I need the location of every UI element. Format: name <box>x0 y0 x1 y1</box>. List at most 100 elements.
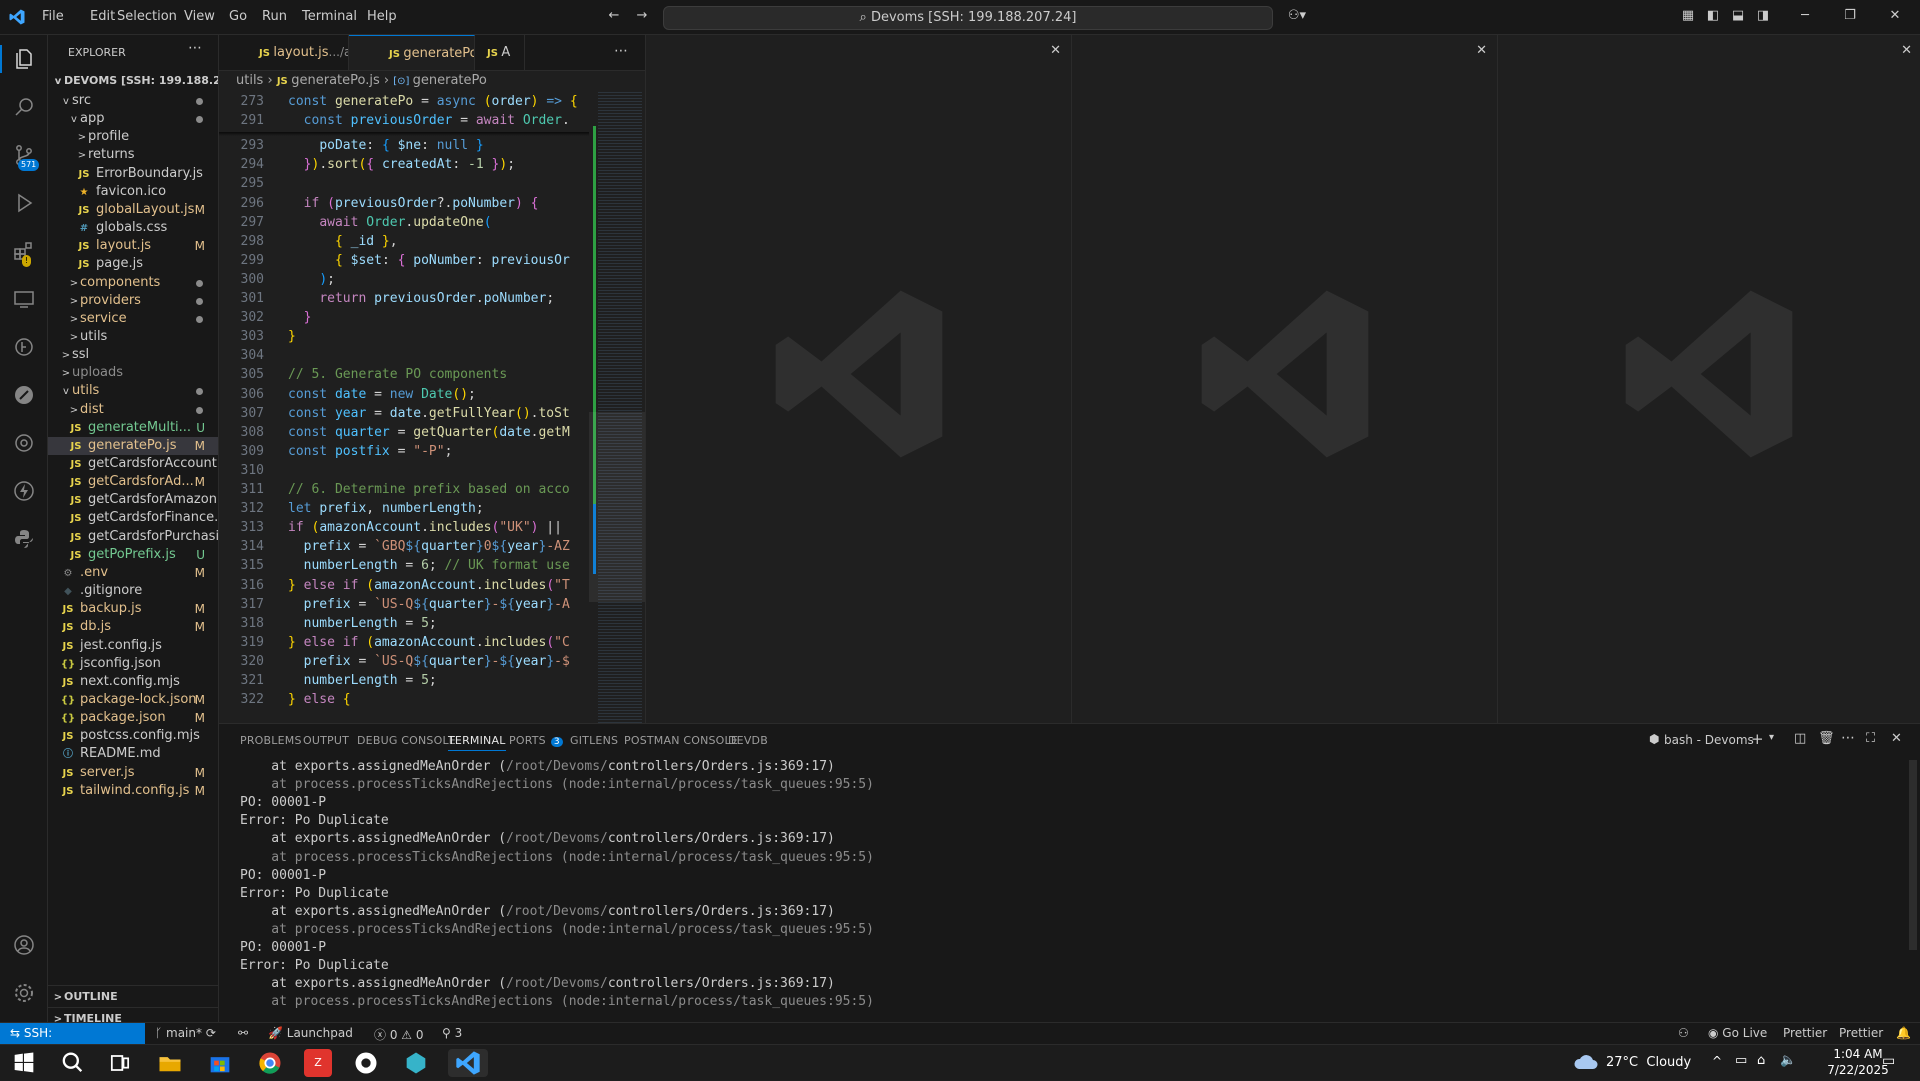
tree-item[interactable]: JS getCardsforPurchasi... <box>48 528 218 546</box>
whatsapp-app-icon[interactable] <box>352 1049 380 1077</box>
tree-item[interactable]: JS getCardsforAccount.js <box>48 455 218 473</box>
restore-icon[interactable]: ❐ <box>1842 8 1858 24</box>
tree-item[interactable]: JS globalLayout.js M <box>48 201 218 219</box>
microsoft-store-icon[interactable] <box>206 1049 234 1077</box>
breadcrumb-folder[interactable]: utils <box>236 73 263 88</box>
tree-item[interactable]: > components <box>48 274 218 292</box>
tree-item[interactable]: > providers <box>48 292 218 310</box>
notification-center-icon[interactable]: ▭ <box>1882 1053 1895 1069</box>
git-branch[interactable]: ᚴ main* ⟳ <box>155 1026 216 1040</box>
tray-chevron-up-icon[interactable]: ^ <box>1712 1054 1722 1068</box>
panel-tab-ports[interactable]: PORTS 3 <box>509 734 563 748</box>
menu-view[interactable]: View <box>184 9 215 24</box>
tree-item[interactable]: > ssl <box>48 346 218 364</box>
tree-item[interactable]: JS next.config.mjs <box>48 673 218 691</box>
copilot-icon[interactable]: ⚇▾ <box>1283 8 1311 24</box>
tree-item[interactable]: {} package.json M <box>48 709 218 727</box>
go-live-button[interactable]: ◉ Go Live <box>1708 1026 1767 1040</box>
explorer-icon[interactable] <box>12 47 36 71</box>
minimap[interactable] <box>589 92 645 723</box>
terminal-scrollbar[interactable] <box>1909 760 1917 950</box>
clock-time[interactable]: 1:04 AM <box>1828 1047 1888 1061</box>
menu-help[interactable]: Help <box>367 9 397 24</box>
terminal-file-link[interactable]: controllers/Orders.js <box>608 759 772 774</box>
panel-tab-terminal[interactable]: TERMINAL <box>448 734 506 751</box>
remote-explorer-icon[interactable] <box>12 287 36 311</box>
tree-item[interactable]: ⓘ README.md <box>48 745 218 763</box>
tree-item[interactable]: {} jsconfig.json <box>48 655 218 673</box>
panel-tab-gitlens[interactable]: GITLENS <box>570 734 618 747</box>
terminal-name[interactable]: bash - Devoms <box>1664 733 1754 747</box>
tree-item[interactable]: JS ErrorBoundary.js <box>48 165 218 183</box>
tree-item[interactable]: JS getPoPrefix.js U <box>48 546 218 564</box>
run-debug-icon[interactable] <box>12 191 36 215</box>
chrome-icon[interactable] <box>256 1049 284 1077</box>
tree-item[interactable]: > returns <box>48 146 218 164</box>
volume-icon[interactable]: 🔈 <box>1780 1053 1796 1068</box>
file-explorer-icon[interactable] <box>156 1049 184 1077</box>
tree-item[interactable]: JS generatePo.js M <box>48 436 218 455</box>
toggle-sidebar-icon[interactable]: ◧ <box>1705 8 1721 24</box>
terminal-output[interactable]: at exports.assignedMeAnOrder (/root/Devo… <box>219 758 1899 1023</box>
timeline-section[interactable]: > TIMELINE <box>48 1007 218 1022</box>
settings-gear-icon[interactable] <box>12 981 36 1005</box>
editor-tab[interactable]: JS generatePo.jsM✕ <box>349 35 475 70</box>
tree-item[interactable]: ★ favicon.ico <box>48 183 218 201</box>
tree-item[interactable]: JS page.js <box>48 255 218 273</box>
accounts-icon[interactable] <box>12 933 36 957</box>
vscode-taskbar-icon[interactable] <box>448 1049 488 1077</box>
toggle-secondary-sidebar-icon[interactable]: ◨ <box>1755 8 1771 24</box>
database-icon[interactable] <box>12 431 36 455</box>
editor-tab[interactable]: JS layout.js.../appM <box>219 35 349 70</box>
command-center[interactable]: ⌕ Devoms [SSH: 199.188.207.24] <box>663 6 1273 30</box>
tree-item[interactable]: JS tailwind.config.js M <box>48 782 218 800</box>
tree-item[interactable]: ◆ .gitignore <box>48 582 218 600</box>
tree-item[interactable]: JS getCardsforFinance.js <box>48 509 218 527</box>
menu-selection[interactable]: Selection <box>117 9 177 24</box>
terminal-file-link[interactable]: controllers/Orders.js <box>608 831 772 846</box>
menu-file[interactable]: File <box>42 9 64 24</box>
forwarded-ports[interactable]: ⚲ 3 <box>442 1026 462 1040</box>
menu-run[interactable]: Run <box>262 9 287 24</box>
more-actions-icon[interactable]: ⋯ <box>188 40 202 56</box>
panel-tab-debug-console[interactable]: DEBUG CONSOLE <box>357 734 456 747</box>
remote-indicator[interactable]: ⇆ SSH: 199.188.207.24 <box>0 1023 145 1061</box>
tree-item[interactable]: v src <box>48 92 218 110</box>
code-editor[interactable]: 273 const generatePo = async (order) => {… <box>219 92 589 723</box>
tree-item[interactable]: # globals.css <box>48 219 218 237</box>
forward-arrow-icon[interactable]: → <box>634 8 650 24</box>
split-terminal-icon[interactable]: ◫ <box>1794 731 1806 746</box>
outline-section[interactable]: > OUTLINE <box>48 985 218 1008</box>
copilot-status-icon[interactable]: ⚇ <box>1678 1026 1689 1040</box>
terminal-file-link[interactable]: controllers/Orders.js <box>608 904 772 919</box>
terminal-file-link[interactable]: controllers/Orders.js <box>608 976 772 991</box>
gitlens-status-icon[interactable]: ⚯ <box>238 1026 248 1040</box>
panel-tab-problems[interactable]: PROBLEMS <box>240 734 302 747</box>
tree-item[interactable]: v app <box>48 110 218 128</box>
search-icon[interactable] <box>12 95 36 119</box>
battery-icon[interactable]: ▭ <box>1735 1053 1747 1068</box>
app-icon[interactable] <box>402 1049 430 1077</box>
tree-item[interactable]: > service <box>48 310 218 328</box>
panel-tab-devdb[interactable]: DEVDB <box>728 734 768 747</box>
panel-tab-output[interactable]: OUTPUT <box>303 734 349 747</box>
new-terminal-icon[interactable]: + <box>1751 730 1764 748</box>
editor-tab[interactable]: JS A <box>475 35 525 70</box>
python-icon[interactable] <box>12 527 36 551</box>
tree-item[interactable]: > dist <box>48 401 218 419</box>
explorer-root-folder[interactable]: vDEVOMS [SSH: 199.188.20... <box>48 70 218 92</box>
breadcrumb-symbol[interactable]: generatePo <box>413 73 487 88</box>
notifications-bell-icon[interactable]: 🔔 <box>1896 1026 1911 1040</box>
postman-icon[interactable] <box>12 383 36 407</box>
tree-item[interactable]: > profile <box>48 128 218 146</box>
search-icon[interactable] <box>58 1049 86 1077</box>
tree-item[interactable]: JS getCardsforAd... M <box>48 473 218 491</box>
task-view-icon[interactable] <box>106 1049 134 1077</box>
tree-item[interactable]: JS postcss.config.mjs <box>48 727 218 745</box>
tree-item[interactable]: JS server.js M <box>48 764 218 782</box>
launchpad-item[interactable]: 🚀 Launchpad <box>268 1026 353 1040</box>
weather-text[interactable]: 27°C Cloudy <box>1606 1055 1691 1070</box>
tree-item[interactable]: JS jest.config.js <box>48 637 218 655</box>
tree-item[interactable]: {} package-lock.json M <box>48 691 218 709</box>
problems-count[interactable]: ⓧ 0 ⚠ 0 <box>374 1026 424 1043</box>
